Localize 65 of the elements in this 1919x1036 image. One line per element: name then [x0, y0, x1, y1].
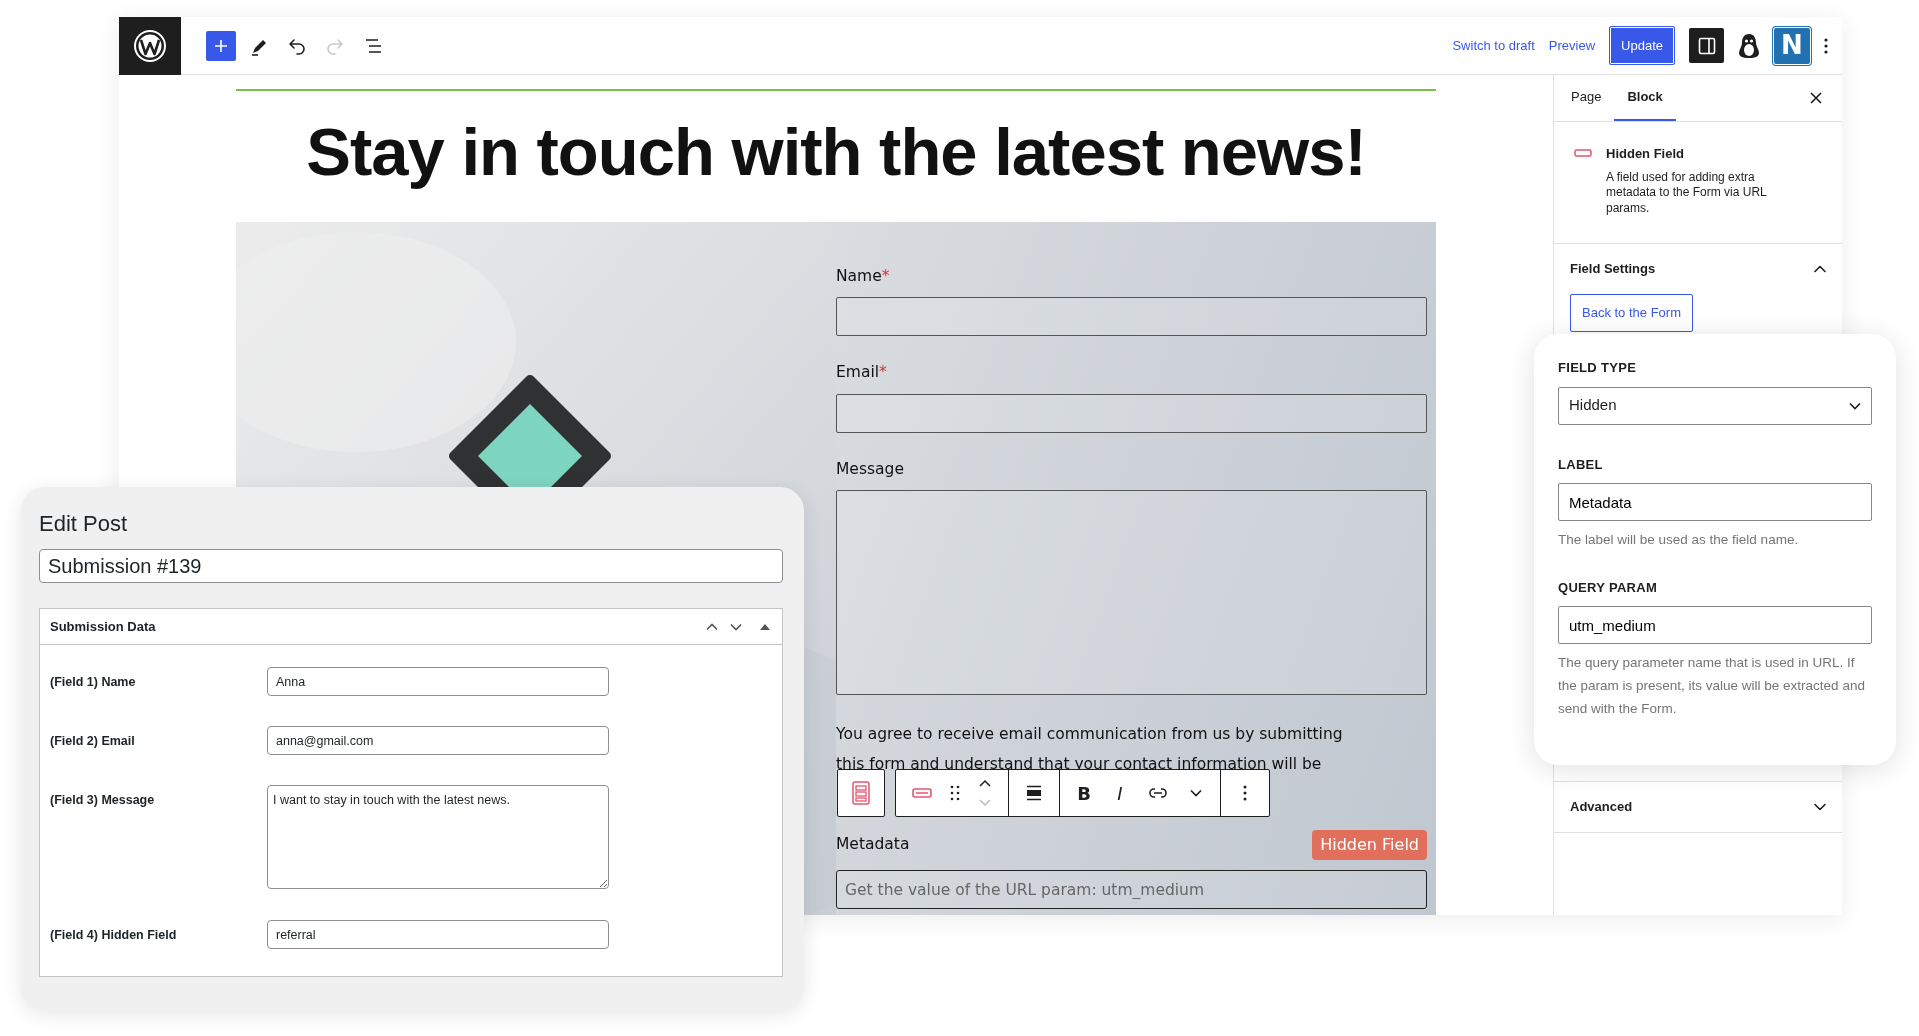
- link-icon[interactable]: [1148, 787, 1168, 799]
- bold-button[interactable]: B: [1068, 775, 1100, 811]
- field-label: (Field 3) Message: [50, 792, 156, 809]
- back-button[interactable]: Back to the Form: [1570, 294, 1693, 332]
- move-down-icon[interactable]: [730, 622, 742, 631]
- block-description: A field used for adding extra metadata to the Form via URL params.: [1606, 169, 1768, 217]
- update-button[interactable]: Update: [1609, 26, 1675, 65]
- penguin-icon[interactable]: [1738, 32, 1760, 59]
- chevron-down-icon[interactable]: [1190, 789, 1202, 797]
- plugin-logo[interactable]: N: [1774, 27, 1810, 64]
- align-icon[interactable]: [1025, 785, 1043, 801]
- panel-title: Edit Post: [39, 510, 129, 538]
- list-icon: [364, 36, 382, 55]
- drag-handle-icon[interactable]: [950, 785, 960, 801]
- more-options-icon[interactable]: [1824, 36, 1828, 55]
- title-field[interactable]: Submission #139: [39, 549, 783, 583]
- sidebar-tab[interactable]: Page: [1558, 75, 1615, 121]
- setting-label: LABEL: [1558, 455, 1604, 474]
- more-options-icon[interactable]: [1243, 785, 1247, 801]
- input-field[interactable]: Get the value of the URL param: utm_medium: [836, 870, 1427, 909]
- box-title: Submission Data: [50, 617, 156, 636]
- input-field[interactable]: utm_medium: [1558, 606, 1872, 645]
- input-field[interactable]: [836, 393, 1427, 433]
- textarea-field[interactable]: [836, 489, 1427, 695]
- italic-button[interactable]: I: [1104, 775, 1136, 811]
- hidden-field-icon: [1574, 149, 1592, 157]
- header-link[interactable]: Switch to draft: [1452, 35, 1535, 56]
- sidebar-toggle-button[interactable]: [1689, 28, 1724, 63]
- block-title: Hidden Field: [1606, 145, 1685, 163]
- logo-icon: [133, 28, 167, 63]
- help-text: The query parameter name that is used in URL. If the param is present, its value will be extracted and send with the Form.: [1558, 654, 1866, 719]
- hidden-field-icon[interactable]: [912, 788, 932, 798]
- input-field[interactable]: referral: [267, 920, 609, 949]
- collapse-icon[interactable]: [760, 623, 770, 630]
- input-field[interactable]: Anna: [267, 667, 609, 696]
- input-field[interactable]: [836, 297, 1427, 337]
- header-link[interactable]: Preview: [1548, 35, 1596, 56]
- field-label: Metadata: [836, 834, 910, 856]
- form-icon[interactable]: [852, 781, 870, 805]
- setting-label: FIELD TYPE: [1558, 359, 1638, 377]
- select-field[interactable]: Hidden: [1558, 386, 1872, 425]
- field-label: (Field 1) Name: [50, 674, 137, 691]
- textarea-field[interactable]: I want to stay in touch with the latest news.: [267, 785, 609, 889]
- field-label: Message: [836, 458, 904, 480]
- panel-header[interactable]: Advanced: [1570, 782, 1826, 832]
- help-text: The label will be used as the field name.: [1558, 531, 1800, 549]
- sidebar-icon: [1697, 36, 1716, 55]
- plus-icon: [213, 37, 229, 54]
- input-field[interactable]: anna@gmail.com: [267, 726, 609, 755]
- move-up-icon[interactable]: [706, 622, 718, 631]
- field-label: (Field 2) Email: [50, 733, 136, 750]
- consent-text: You agree to receive email communication from us by submitting this form and understand that your contact information will be: [836, 723, 1344, 775]
- field-type-tag: Hidden Field: [1312, 830, 1427, 860]
- field-label: Name*: [836, 266, 890, 287]
- chevron-down-icon: [1849, 401, 1861, 410]
- setting-label: QUERY PARAM: [1558, 578, 1659, 597]
- close-icon[interactable]: [1810, 92, 1822, 104]
- field-label: Email*: [836, 362, 887, 384]
- add-button[interactable]: [206, 30, 236, 61]
- logo-block[interactable]: [119, 16, 181, 75]
- page-heading: Stay in touch with the latest news!: [305, 115, 1367, 189]
- panel-header[interactable]: Field Settings: [1570, 244, 1826, 294]
- field-label: (Field 4) Hidden Field: [50, 927, 178, 944]
- sidebar-tab[interactable]: Block: [1614, 75, 1676, 121]
- input-field[interactable]: Metadata: [1558, 483, 1872, 521]
